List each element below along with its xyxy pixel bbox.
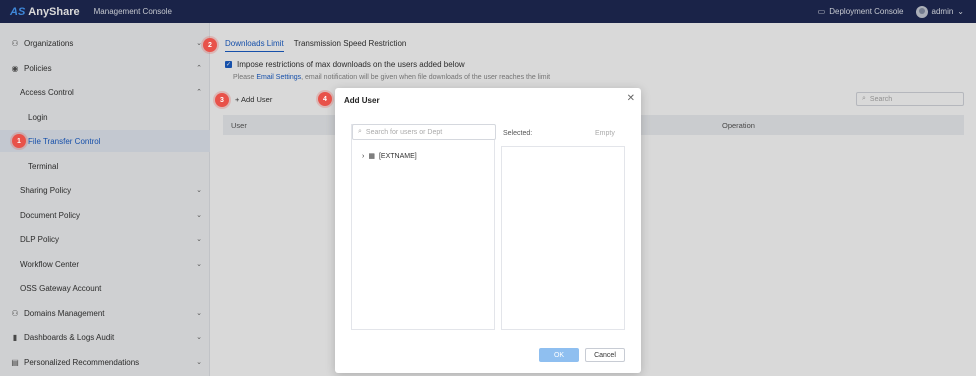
search-icon: ⌕ <box>358 128 362 135</box>
step-badge-4: 4 <box>318 92 332 106</box>
cancel-button[interactable]: Cancel <box>585 348 625 362</box>
org-tree-pane: ⌕ Search for users or Dept › ▦ [EXTNAME] <box>351 124 496 330</box>
chevron-right-icon[interactable]: › <box>362 153 364 160</box>
close-icon[interactable]: ✕ <box>627 93 635 104</box>
empty-label: Empty <box>595 130 615 137</box>
tree-node-root[interactable]: › ▦ [EXTNAME] <box>362 152 417 161</box>
step-badge-3: 3 <box>215 93 229 107</box>
add-user-dialog: Add User ✕ ⌕ Search for users or Dept › … <box>335 88 641 373</box>
selected-users-pane <box>501 146 625 330</box>
selected-label: Selected: <box>503 130 533 137</box>
step-badge-1: 1 <box>12 134 26 148</box>
org-icon: ▦ <box>368 153 375 160</box>
dialog-title: Add User <box>344 96 380 105</box>
user-search-input[interactable]: ⌕ Search for users or Dept <box>352 124 496 140</box>
step-badge-2: 2 <box>203 38 217 52</box>
ok-button[interactable]: OK <box>539 348 579 362</box>
